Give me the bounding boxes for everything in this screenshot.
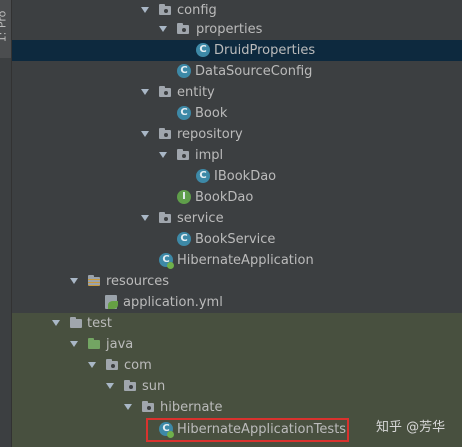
- tree-node-test[interactable]: test: [11, 313, 462, 334]
- tree-node-label: resources: [106, 274, 170, 289]
- expand-arrow-icon[interactable]: [140, 0, 150, 21]
- tree-node-bookdao[interactable]: I BookDao: [11, 187, 462, 208]
- tree-node-resources[interactable]: resources: [11, 271, 462, 292]
- class-icon: C: [176, 103, 192, 124]
- project-tool-tab[interactable]: 1: Pro: [0, 0, 11, 58]
- tree-node-ibookdao[interactable]: C IBookDao: [11, 166, 462, 187]
- folder-icon: [69, 313, 85, 334]
- tree-node-label: config: [177, 3, 217, 18]
- tree-node-com[interactable]: com: [11, 355, 462, 376]
- tree-node-label: sun: [142, 379, 166, 394]
- tree-node-label: com: [124, 358, 152, 373]
- tree-node-hibernate[interactable]: hibernate: [11, 397, 462, 418]
- tree-node-label: DruidProperties: [214, 43, 316, 58]
- expand-arrow-icon[interactable]: [123, 397, 133, 418]
- tool-window-strip: 1: Pro: [0, 0, 12, 447]
- tree-node-label: DataSourceConfig: [195, 64, 313, 79]
- class-icon: C: [195, 40, 211, 61]
- interface-icon: I: [176, 187, 192, 208]
- tree-node-label: test: [87, 316, 112, 331]
- expand-arrow-icon[interactable]: [51, 313, 61, 334]
- tree-node-label: impl: [195, 148, 224, 163]
- tree-node-label: IBookDao: [214, 169, 277, 184]
- tree-node-properties[interactable]: properties: [11, 19, 462, 40]
- package-folder-icon: [141, 397, 157, 418]
- tree-node-repository[interactable]: repository: [11, 124, 462, 145]
- tree-node-service[interactable]: service: [11, 208, 462, 229]
- tree-node-config[interactable]: config: [11, 0, 462, 21]
- tree-node-entity[interactable]: entity: [11, 82, 462, 103]
- watermark: 知乎 @芳华: [376, 420, 446, 435]
- expand-arrow-icon[interactable]: [69, 334, 79, 355]
- tree-node-java[interactable]: java: [11, 334, 462, 355]
- tree-node-druidproperties[interactable]: C DruidProperties: [11, 40, 462, 61]
- expand-arrow-icon[interactable]: [69, 271, 79, 292]
- package-folder-icon: [176, 19, 192, 40]
- tree-node-impl[interactable]: impl: [11, 145, 462, 166]
- tree-node-label: properties: [196, 22, 263, 37]
- tree-node-bookservice[interactable]: C BookService: [11, 229, 462, 250]
- tree-node-label: repository: [177, 127, 243, 142]
- highlight-box: [146, 418, 349, 442]
- package-folder-icon: [158, 82, 174, 103]
- class-icon: C: [195, 166, 211, 187]
- tree-node-sun[interactable]: sun: [11, 376, 462, 397]
- package-folder-icon: [158, 208, 174, 229]
- package-folder-icon: [105, 355, 121, 376]
- expand-arrow-icon[interactable]: [140, 82, 150, 103]
- class-icon: C: [176, 61, 192, 82]
- tree-node-label: hibernate: [160, 400, 223, 415]
- package-folder-icon: [158, 0, 174, 21]
- tree-node-label: BookService: [195, 232, 276, 247]
- tree-node-label: application.yml: [123, 295, 223, 310]
- expand-arrow-icon[interactable]: [105, 376, 115, 397]
- package-folder-icon: [158, 124, 174, 145]
- resources-folder-icon: [87, 271, 103, 292]
- tree-node-label: Book: [195, 106, 228, 121]
- expand-arrow-icon[interactable]: [158, 145, 168, 166]
- tree-node-label: BookDao: [195, 190, 254, 205]
- tree-node-label: HibernateApplication: [177, 253, 314, 268]
- project-tool-tab-label: 1: Pro: [0, 10, 9, 43]
- expand-arrow-icon[interactable]: [87, 355, 97, 376]
- tree-node-label: java: [106, 337, 134, 352]
- test-source-folder-icon: [87, 334, 103, 355]
- expand-arrow-icon[interactable]: [140, 208, 150, 229]
- tree-node-label: service: [177, 211, 224, 226]
- package-folder-icon: [123, 376, 139, 397]
- tree-node-datasourceconfig[interactable]: C DataSourceConfig: [11, 61, 462, 82]
- tree-node-hibernateapplication[interactable]: C HibernateApplication: [11, 250, 462, 271]
- tree-node-label: entity: [177, 85, 215, 100]
- package-folder-icon: [176, 145, 192, 166]
- expand-arrow-icon[interactable]: [158, 19, 168, 40]
- class-icon: C: [176, 229, 192, 250]
- tree-node-book[interactable]: C Book: [11, 103, 462, 124]
- expand-arrow-icon[interactable]: [140, 124, 150, 145]
- project-tree: config properties C DruidProperties C Da…: [11, 0, 462, 447]
- tree-node-application-yml[interactable]: application.yml: [11, 292, 462, 313]
- spring-boot-class-icon: C: [158, 250, 174, 271]
- yml-file-icon: [104, 292, 120, 313]
